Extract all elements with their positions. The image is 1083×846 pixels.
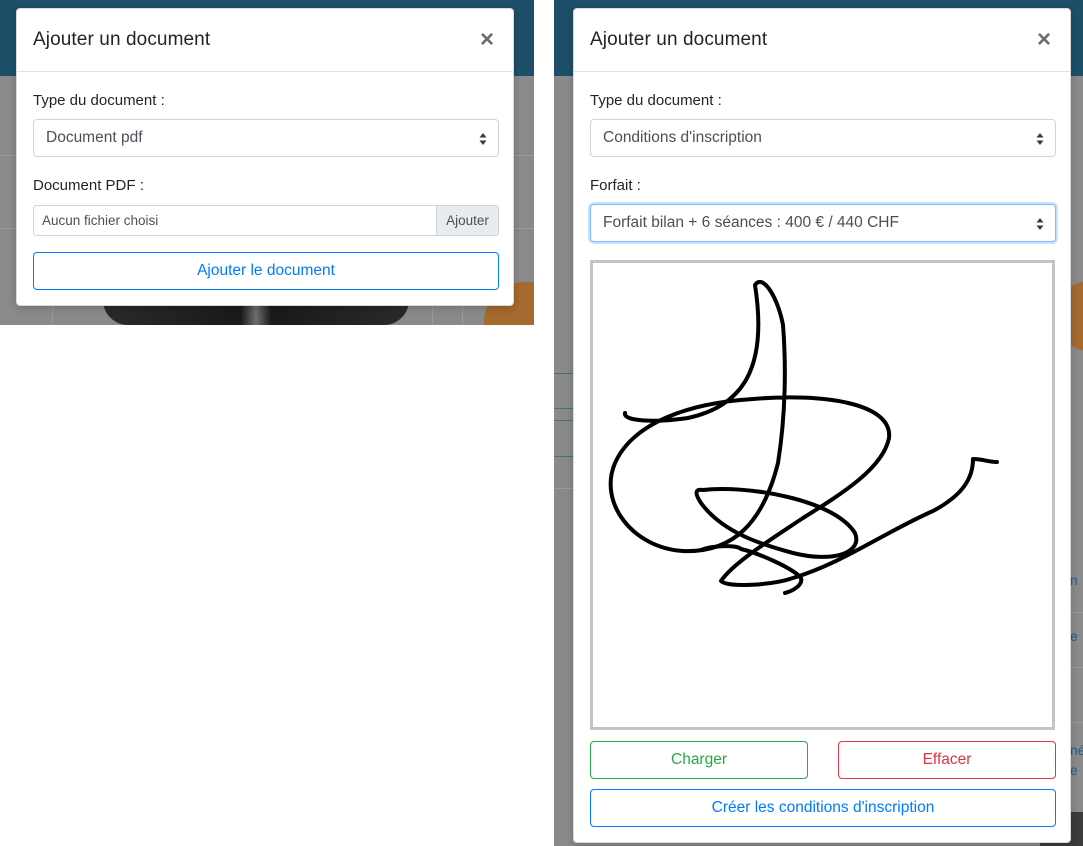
bg-partial-text: e (1070, 762, 1078, 778)
modal-title: Ajouter un document (590, 29, 768, 50)
add-document-modal-pdf: Ajouter un document × Type du document :… (16, 8, 514, 306)
bg-partial-text: né (1070, 742, 1083, 758)
bg-green-line (554, 373, 574, 374)
bg-gridline (554, 488, 574, 489)
doc-type-select[interactable]: Conditions d'inscription (590, 119, 1056, 157)
pdf-file-input[interactable]: Aucun fichier choisi Ajouter (33, 205, 499, 236)
select-updown-icon (479, 133, 487, 145)
modal-header: Ajouter un document × (17, 9, 513, 72)
forfait-label: Forfait : (590, 177, 641, 194)
clear-button[interactable]: Effacer (838, 741, 1056, 779)
bg-green-line (554, 408, 574, 409)
select-updown-icon (1036, 133, 1044, 145)
bg-partial-text: n (1070, 572, 1078, 588)
signature-stroke (608, 280, 999, 595)
file-name-placeholder: Aucun fichier choisi (42, 213, 159, 228)
add-document-modal-conditions: Ajouter un document × Type du document :… (573, 8, 1071, 843)
add-document-button[interactable]: Ajouter le document (33, 252, 499, 290)
modal-header: Ajouter un document × (574, 9, 1070, 72)
doc-type-select[interactable]: Document pdf (33, 119, 499, 157)
bg-partial-text: e (1070, 628, 1078, 644)
bg-green-line (554, 420, 574, 421)
pdf-file-label: Document PDF : (33, 177, 144, 194)
select-updown-icon (1036, 218, 1044, 230)
bg-green-line (554, 456, 574, 457)
doc-type-selected-value: Document pdf (46, 129, 143, 146)
file-browse-button[interactable]: Ajouter (436, 206, 498, 235)
doc-type-label: Type du document : (33, 92, 165, 109)
close-icon[interactable]: × (1034, 28, 1054, 52)
doc-type-selected-value: Conditions d'inscription (603, 129, 762, 146)
forfait-selected-value: Forfait bilan + 6 séances : 400 € / 440 … (603, 214, 899, 231)
modal-title: Ajouter un document (33, 29, 211, 50)
doc-type-label: Type du document : (590, 92, 722, 109)
forfait-select[interactable]: Forfait bilan + 6 séances : 400 € / 440 … (590, 204, 1056, 242)
signature-pad[interactable] (590, 260, 1055, 730)
load-button[interactable]: Charger (590, 741, 808, 779)
create-conditions-button[interactable]: Créer les conditions d'inscription (590, 789, 1056, 827)
modal-body: Type du document : Conditions d'inscript… (574, 92, 1070, 242)
modal-body: Type du document : Document pdf Document… (17, 92, 513, 290)
close-icon[interactable]: × (477, 28, 497, 52)
